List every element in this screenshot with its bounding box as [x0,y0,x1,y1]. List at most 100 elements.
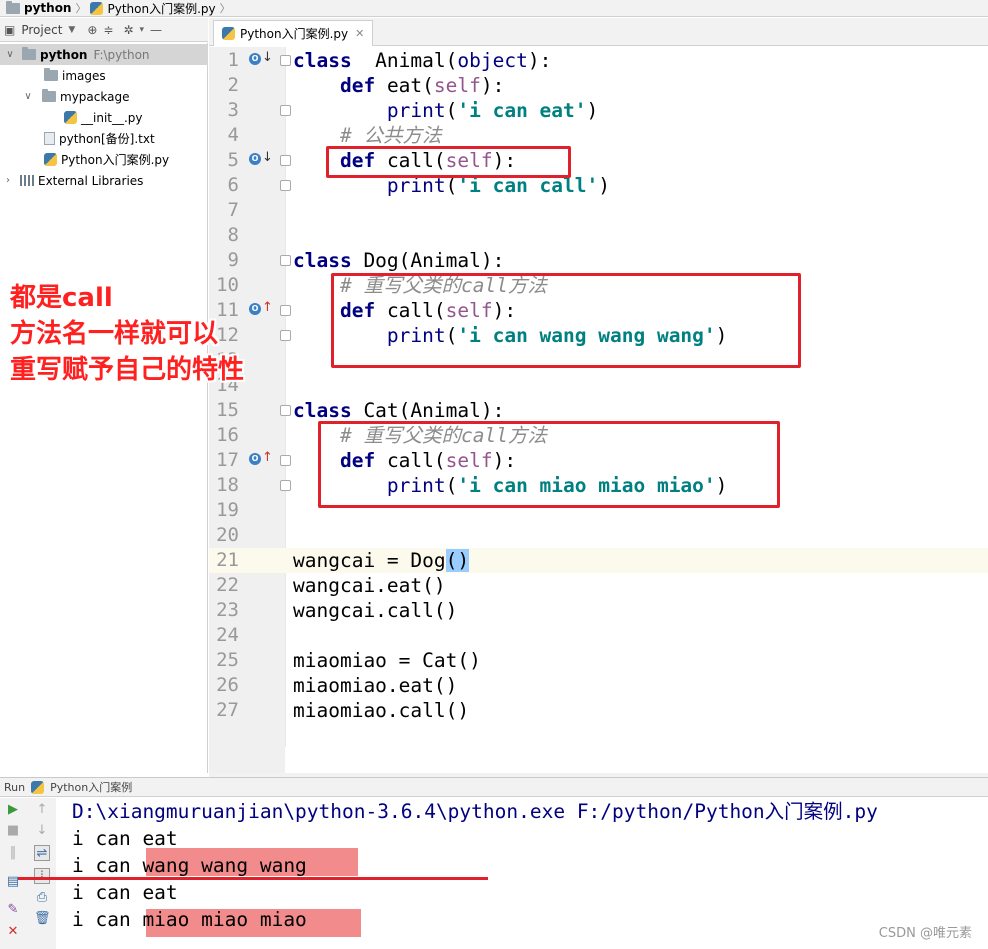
rerun-icon[interactable]: ▶ [5,802,21,818]
close-icon[interactable]: ✕ [5,924,21,940]
tree-item-main-py[interactable]: Python入门案例.py [0,149,169,170]
tree-item-python[interactable]: ∨ python F:\python [0,44,208,65]
code-line[interactable]: 1 O ↓ class Animal(object): [209,48,988,73]
fold-marker-icon[interactable] [280,155,291,166]
arrow-down-icon[interactable]: ↓ [34,823,50,839]
project-view-selector[interactable]: Project [21,23,62,37]
fold-marker-icon[interactable] [280,480,291,491]
editor-tab-bar: Python入门案例.py ✕ [209,18,988,46]
code-line[interactable]: 15 class Cat(Animal): [209,398,988,423]
code-line[interactable]: 14 [209,373,988,398]
code-token: def [339,149,376,172]
code-line[interactable]: 13 [209,348,988,373]
code-editor[interactable]: 1 O ↓ class Animal(object): 2 def eat(self):… [209,47,988,773]
tree-item-mypackage[interactable]: ∨ mypackage [0,86,129,107]
fold-marker-icon[interactable] [280,255,291,266]
code-line[interactable]: 10 # 重写父类的call方法 [209,273,988,298]
code-line[interactable]: 4 # 公共方法 [209,123,988,148]
hide-panel-icon[interactable]: — [150,23,162,37]
code-line[interactable]: 12 print('i can wang wang wang') [209,323,988,348]
breadcrumb-file[interactable]: Python入门案例.py [107,0,215,17]
code-token: call( [375,449,446,472]
code-line[interactable]: 20 [209,523,988,548]
code-token: def [339,299,376,322]
python-file-icon [222,27,235,40]
fold-marker-icon[interactable] [280,105,291,116]
code-line[interactable]: 22 wangcai.eat() [209,573,988,598]
tree-item-external-libraries[interactable]: › External Libraries [0,170,143,191]
code-token: ( [445,174,458,197]
overriding-method-icon[interactable]: O [249,453,261,465]
code-line[interactable]: 19 [209,498,988,523]
run-tab-config[interactable]: Python入门案例 [50,779,132,795]
fold-marker-icon[interactable] [280,405,291,416]
chevron-down-icon[interactable]: ∨ [22,91,34,102]
code-line[interactable]: 24 [209,623,988,648]
pause-icon[interactable]: ‖ [5,845,21,861]
code-line[interactable]: 21 wangcai = Dog() [209,548,988,573]
overridden-method-icon[interactable]: O [249,153,261,165]
python-file-icon [64,111,77,124]
code-line[interactable]: 3 print('i can eat') [209,98,988,123]
code-line[interactable]: 2 def eat(self): [209,73,988,98]
chevron-down-icon[interactable]: ▾ [140,25,145,35]
fold-marker-icon[interactable] [280,55,291,66]
code-line[interactable]: 7 [209,198,988,223]
code-token: ) [715,474,728,497]
code-line[interactable]: 18 print('i can miao miao miao') [209,473,988,498]
run-panel-title: Run [4,780,26,794]
gear-icon[interactable]: ✲ [123,23,133,37]
code-text: miaomiao = Cat() [293,648,481,673]
chevron-down-icon[interactable]: ▼ [68,25,75,35]
line-number: 20 [216,524,239,546]
chevron-right-icon[interactable]: › [2,175,14,186]
code-line[interactable]: 9 class Dog(Animal): [209,248,988,273]
code-token: print [386,474,446,497]
code-token: # 重写父类的call方法 [339,424,547,447]
code-token: ): [492,449,517,472]
collapse-all-icon[interactable]: ≑ [103,23,113,37]
tree-item-init-py[interactable]: __init__.py [0,107,143,128]
code-line[interactable]: 25 miaomiao = Cat() [209,648,988,673]
line-number: 15 [216,399,239,421]
code-line[interactable]: 16 # 重写父类的call方法 [209,423,988,448]
scroll-to-end-icon[interactable]: ⇣ [34,868,50,884]
code-line[interactable]: 8 [209,223,988,248]
print-icon[interactable]: ⎙ [34,890,50,906]
code-line[interactable]: 23 wangcai.call() [209,598,988,623]
code-token: ( [445,99,458,122]
soft-wrap-icon[interactable]: ⇌ [34,845,50,861]
close-icon[interactable]: ✕ [355,27,364,40]
arrow-up-icon[interactable]: ↑ [34,802,50,818]
line-number: 9 [227,249,239,271]
code-line[interactable]: 27 miaomiao.call() [209,698,988,723]
run-output-console[interactable]: D:\xiangmuruanjian\python-3.6.4\python.e… [58,798,988,949]
code-text: print('i can eat') [293,98,598,123]
locate-icon[interactable]: ⊕ [87,23,97,37]
tree-item-images[interactable]: images [0,65,106,86]
stop-icon[interactable]: ■ [5,823,21,839]
annotation-line: 都是call [10,283,113,313]
breadcrumb-project[interactable]: python [24,1,71,15]
code-line[interactable]: 5 O ↓ def call(self): [209,148,988,173]
chevron-down-icon[interactable]: ∨ [4,49,16,60]
pin-icon[interactable]: ✎ [5,902,21,918]
overridden-method-icon[interactable]: O [249,53,261,65]
tab-python-main[interactable]: Python入门案例.py ✕ [213,20,374,46]
trash-icon[interactable]: 🗑 [34,911,51,927]
code-token: ): [527,49,552,72]
code-line[interactable]: 26 miaomiao.eat() [209,673,988,698]
line-number: 7 [227,199,239,221]
tree-item-backup-txt[interactable]: python[备份].txt [0,128,155,149]
tree-item-label: images [62,68,106,83]
fold-marker-icon[interactable] [280,180,291,191]
code-token: # 公共方法 [339,124,442,147]
code-line[interactable]: 11 O ↑ def call(self): [209,298,988,323]
code-line[interactable]: 6 print('i can call') [209,173,988,198]
code-line[interactable]: 17 O ↑ def call(self): [209,448,988,473]
fold-marker-icon[interactable] [280,455,291,466]
